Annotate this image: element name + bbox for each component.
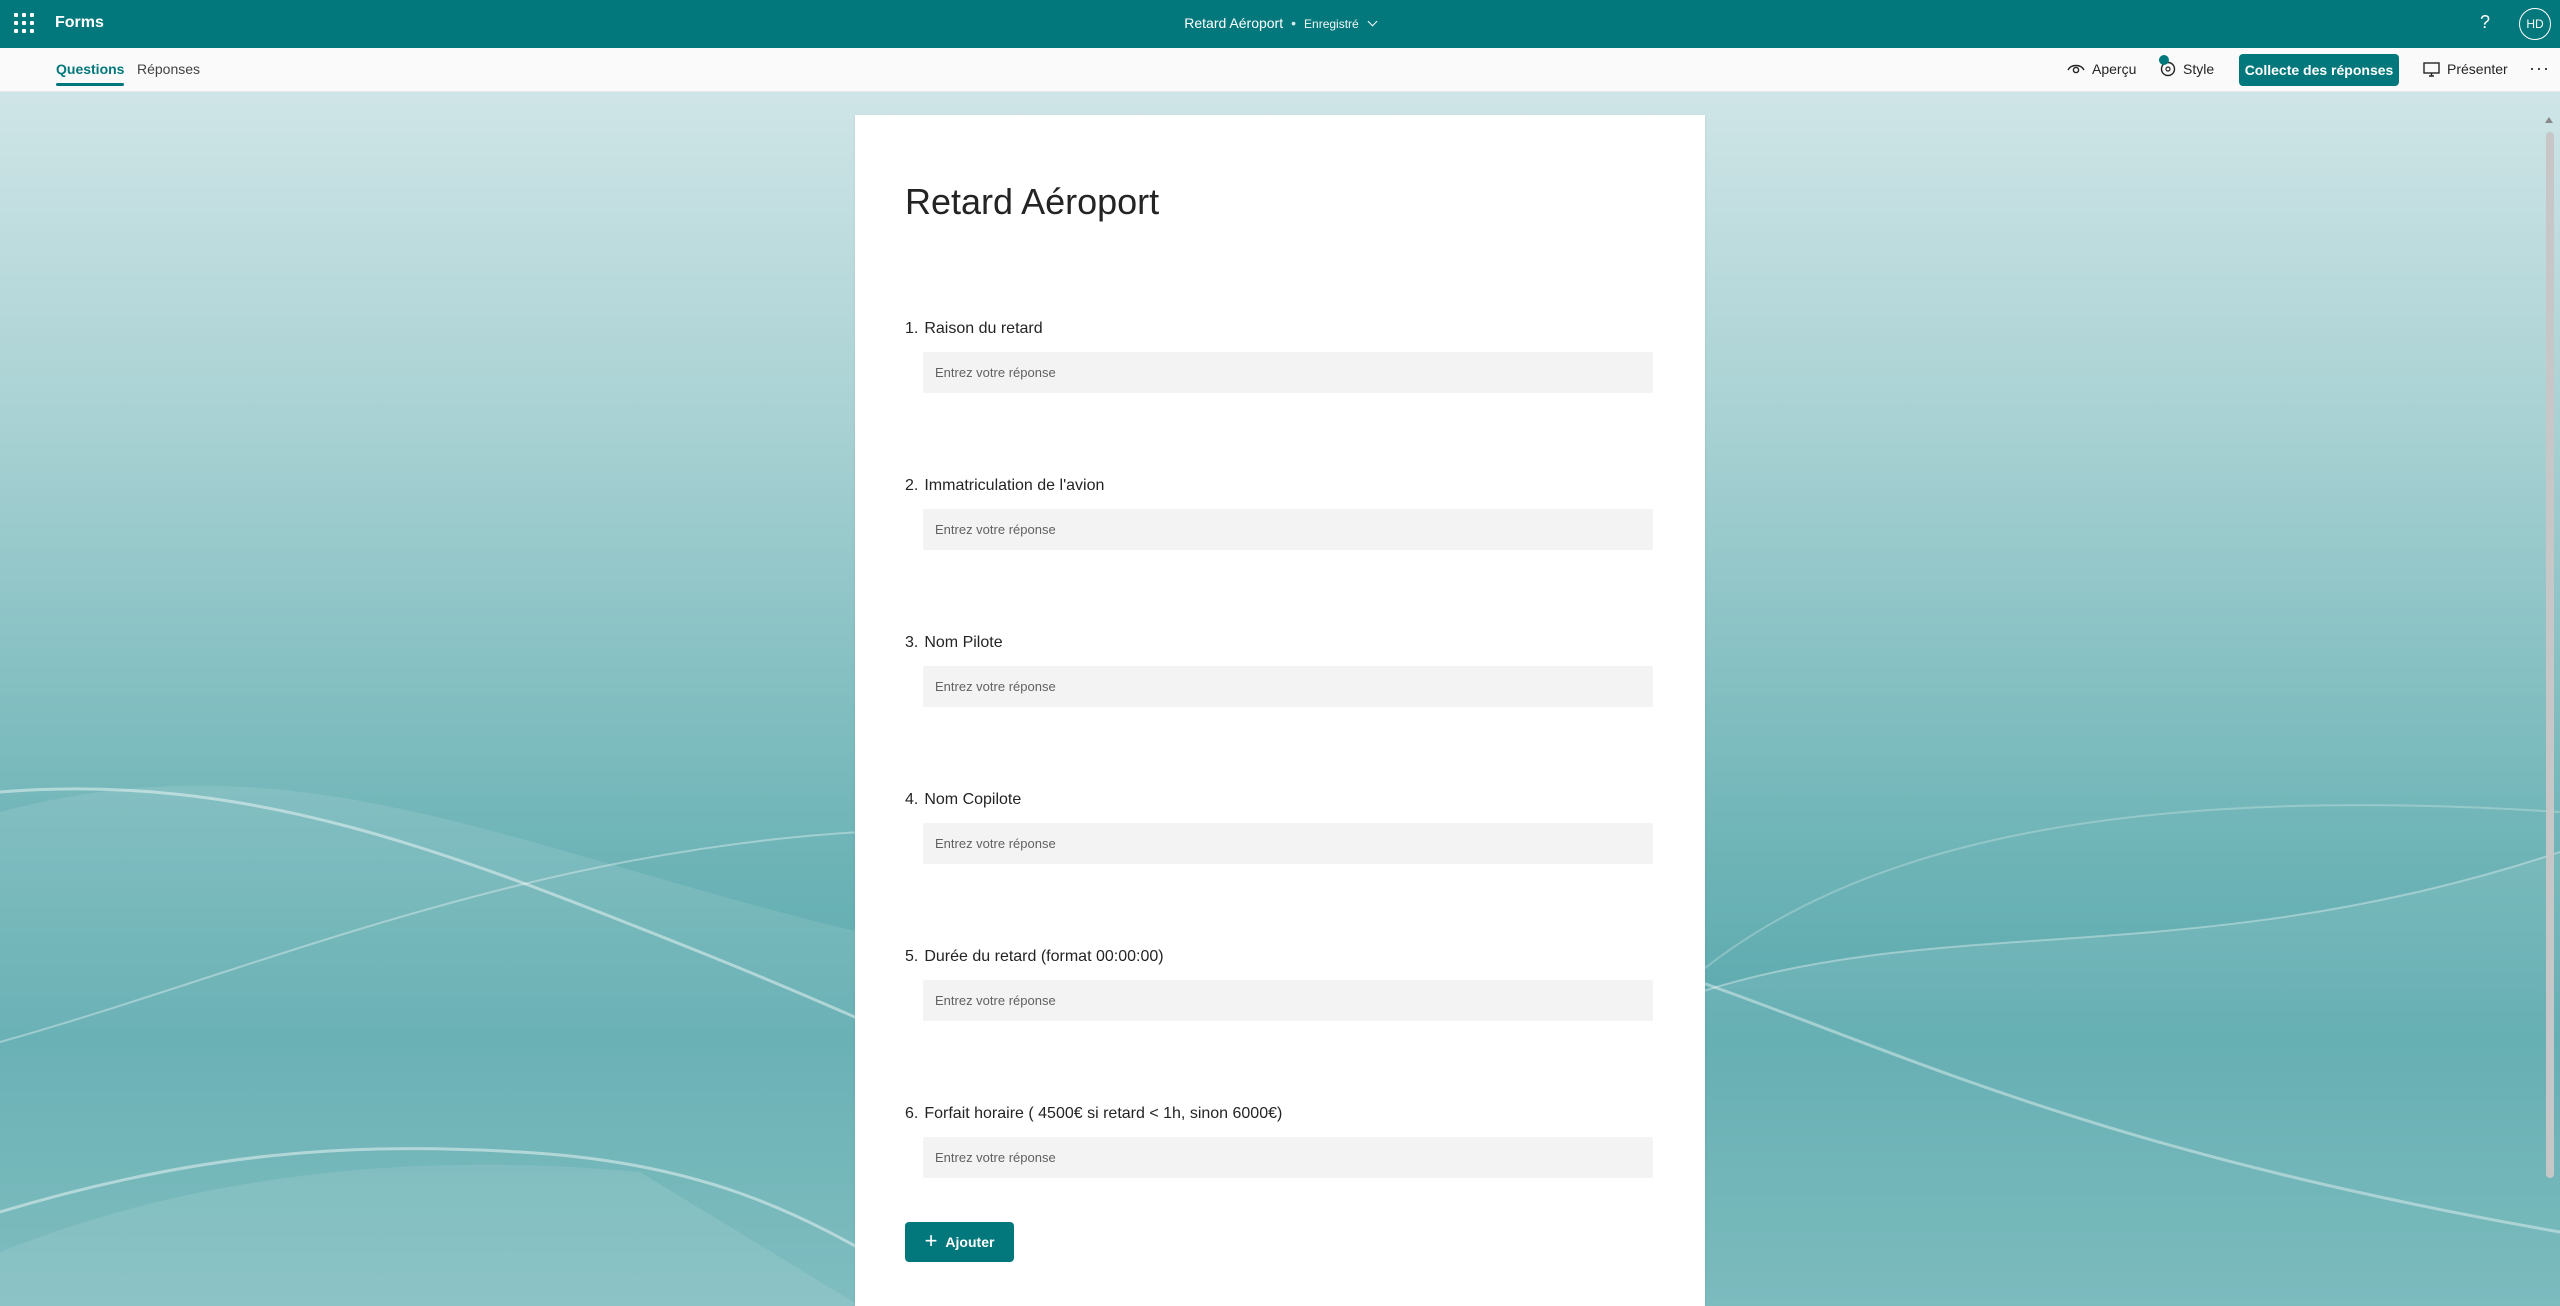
- answer-input[interactable]: [923, 666, 1653, 707]
- document-title: Retard Aéroport: [1184, 15, 1284, 31]
- collect-responses-button[interactable]: Collecte des réponses: [2239, 54, 2399, 86]
- answer-input[interactable]: [923, 980, 1653, 1021]
- question-3[interactable]: 3. Nom Pilote: [905, 634, 1655, 707]
- question-6[interactable]: 6. Forfait horaire ( 4500€ si retard < 1h…: [905, 1105, 1655, 1178]
- question-text: Nom Copilote: [924, 791, 1022, 808]
- question-number: 1.: [905, 320, 919, 337]
- answer-input[interactable]: [923, 1137, 1653, 1178]
- question-text: Raison du retard: [924, 320, 1043, 337]
- question-label: 4. Nom Copilote: [905, 791, 1655, 809]
- title-separator: •: [1291, 15, 1297, 31]
- monitor-icon: [2423, 61, 2440, 77]
- question-2[interactable]: 2. Immatriculation de l'avion: [905, 477, 1655, 550]
- question-label: 1. Raison du retard: [905, 320, 1655, 338]
- form-card: Retard Aéroport 1. Raison du retard 2. Imm…: [855, 115, 1705, 1306]
- question-4[interactable]: 4. Nom Copilote: [905, 791, 1655, 864]
- add-label: Ajouter: [945, 1234, 995, 1250]
- style-button[interactable]: Style: [2160, 61, 2214, 77]
- style-label: Style: [2183, 61, 2215, 77]
- avatar[interactable]: HD: [2519, 8, 2551, 40]
- question-label: 6. Forfait horaire ( 4500€ si retard < 1h…: [905, 1105, 1655, 1123]
- answer-input[interactable]: [923, 823, 1653, 864]
- scrollbar-thumb[interactable]: [2546, 132, 2554, 1178]
- question-1[interactable]: 1. Raison du retard: [905, 320, 1655, 393]
- question-5[interactable]: 5. Durée du retard (format 00:00:00): [905, 948, 1655, 1021]
- question-label: 5. Durée du retard (format 00:00:00): [905, 948, 1655, 966]
- preview-label: Aperçu: [2092, 61, 2137, 77]
- question-label: 2. Immatriculation de l'avion: [905, 477, 1655, 495]
- question-text: Immatriculation de l'avion: [924, 477, 1105, 494]
- question-text: Forfait horaire ( 4500€ si retard < 1h, …: [924, 1105, 1283, 1122]
- question-number: 4.: [905, 791, 919, 808]
- question-label: 3. Nom Pilote: [905, 634, 1655, 652]
- answer-input[interactable]: [923, 509, 1653, 550]
- question-number: 3.: [905, 634, 919, 651]
- tab-responses[interactable]: Réponses: [137, 61, 200, 77]
- add-question-button[interactable]: + Ajouter: [905, 1222, 1014, 1262]
- help-icon[interactable]: ?: [2480, 12, 2490, 33]
- app-bar: Forms Retard Aéroport • Enregistré ? HD: [0, 0, 2560, 48]
- save-status: Enregistré: [1304, 17, 1359, 31]
- chevron-down-icon[interactable]: [1367, 16, 1378, 27]
- answer-input[interactable]: [923, 352, 1653, 393]
- more-options-icon[interactable]: ···: [2529, 58, 2550, 79]
- style-notification-dot: [2159, 55, 2169, 65]
- present-button[interactable]: Présenter: [2423, 61, 2508, 77]
- question-number: 5.: [905, 948, 919, 965]
- question-text: Durée du retard (format 00:00:00): [924, 948, 1164, 965]
- form-title[interactable]: Retard Aéroport: [905, 181, 1159, 223]
- question-number: 6.: [905, 1105, 919, 1122]
- question-text: Nom Pilote: [924, 634, 1003, 651]
- preview-button[interactable]: Aperçu: [2067, 61, 2136, 77]
- present-label: Présenter: [2447, 61, 2508, 77]
- plus-icon: +: [924, 1228, 938, 1253]
- eye-icon: [2067, 64, 2085, 74]
- command-bar: Questions Réponses Aperçu Style Collecte…: [0, 48, 2560, 92]
- question-number: 2.: [905, 477, 919, 494]
- scroll-up-icon[interactable]: [2545, 117, 2553, 123]
- tab-questions[interactable]: Questions: [56, 61, 125, 86]
- document-title-area[interactable]: Retard Aéroport • Enregistré: [0, 15, 2560, 31]
